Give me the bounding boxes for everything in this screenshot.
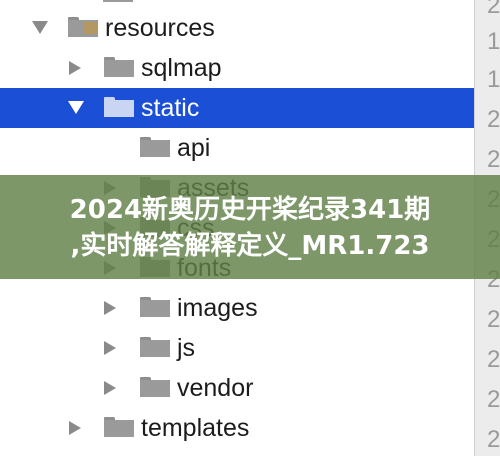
tree-label-js: js — [177, 334, 196, 362]
line-number: 2 — [487, 0, 500, 19]
folder-icon — [104, 57, 134, 77]
tree-label-sqlmap: sqlmap — [141, 54, 222, 82]
line-number: 1 — [487, 28, 500, 55]
tree-row-images[interactable]: images — [0, 288, 474, 328]
chevron-right-icon[interactable] — [104, 381, 116, 395]
tree-row-templates[interactable]: templates — [0, 408, 474, 448]
line-number: 1 — [487, 66, 500, 93]
tree-row-api[interactable]: api — [0, 128, 474, 168]
line-number: 2 — [487, 386, 500, 413]
line-number: 2 — [487, 146, 500, 173]
chevron-right-icon[interactable] — [104, 301, 116, 315]
line-number: 2 — [487, 306, 500, 333]
chevron-down-icon[interactable] — [32, 21, 48, 34]
folder-icon — [104, 417, 134, 437]
folder-icon — [140, 377, 170, 397]
tree-row-static-selected[interactable]: static — [0, 88, 474, 128]
tree-label-templates: templates — [141, 414, 250, 442]
tree-label-vendor: vendor — [177, 374, 254, 402]
folder-icon — [140, 137, 170, 157]
banner-title-line1: 2024新奥历史开桨纪录341期 — [69, 195, 431, 225]
partial-folder-icon — [103, 0, 133, 2]
tree-row-resources[interactable]: resources — [0, 8, 474, 48]
folder-icon — [140, 297, 170, 317]
folder-icon — [140, 337, 170, 357]
tree-row-vendor[interactable]: vendor — [0, 368, 474, 408]
chevron-right-icon[interactable] — [69, 421, 81, 435]
banner-title-line2: ,实时解答解释定义_MR1.723 — [70, 231, 430, 261]
line-number: 2 — [487, 346, 500, 373]
folder-icon — [104, 97, 134, 117]
chevron-right-icon[interactable] — [104, 341, 116, 355]
chevron-down-icon[interactable] — [68, 101, 84, 114]
resources-folder-icon — [68, 17, 98, 37]
tree-label-resources: resources — [105, 14, 215, 42]
tree-row-js[interactable]: js — [0, 328, 474, 368]
chevron-right-icon[interactable] — [69, 61, 81, 75]
overlay-banner: 2024新奥历史开桨纪录341期 ,实时解答解释定义_MR1.723 — [0, 175, 500, 279]
tree-label-static: static — [141, 94, 200, 122]
tree-label-images: images — [177, 294, 258, 322]
line-number: 2 — [487, 106, 500, 133]
line-number: 2 — [487, 426, 500, 453]
tree-row-sqlmap[interactable]: sqlmap — [0, 48, 474, 88]
tree-label-api: api — [177, 134, 211, 162]
